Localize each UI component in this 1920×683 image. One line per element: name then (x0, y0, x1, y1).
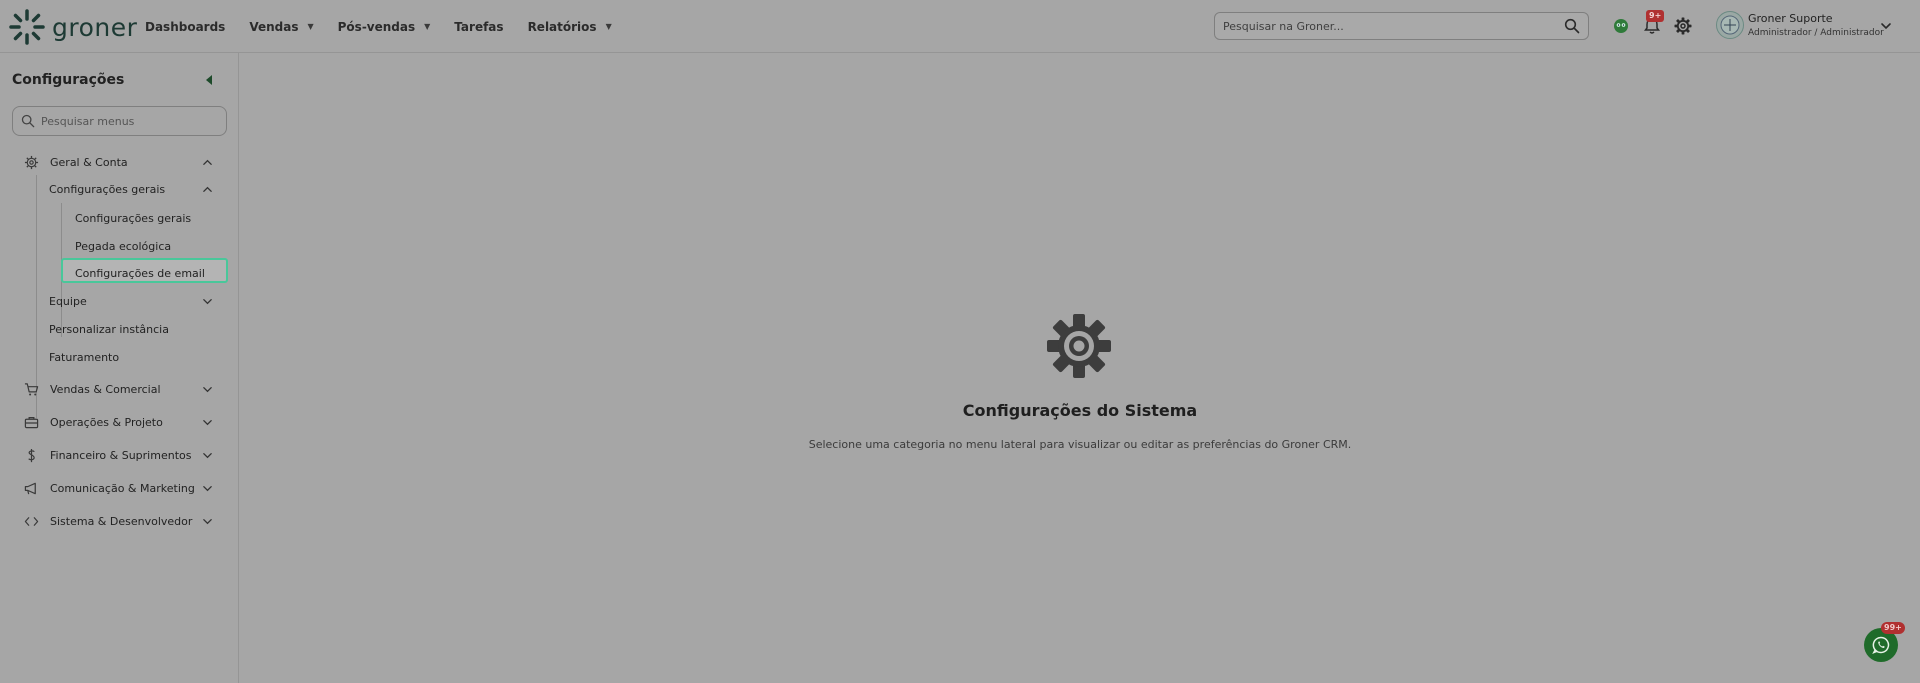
user-name: Groner Suporte (1748, 12, 1833, 25)
sidebar-item-label: Faturamento (49, 350, 120, 364)
user-info: Groner Suporte Administrador / Administr… (1748, 12, 1884, 38)
nav-relatorios-label: Relatórios (527, 19, 597, 34)
menu-search (12, 106, 227, 136)
sidebar-section-label: Vendas & Comercial (50, 382, 161, 396)
chevron-down-icon (203, 386, 212, 392)
gear-icon (24, 155, 39, 169)
sidebar-title: Configurações (12, 72, 125, 88)
sidebar-item-configuracoes-gerais[interactable]: Configurações gerais (0, 207, 239, 229)
brand-name: groner (52, 12, 138, 42)
nav-vendas[interactable]: Vendas ▼ (249, 20, 313, 34)
search-icon[interactable] (1564, 18, 1580, 34)
sidebar-item-configuracoes-email[interactable]: Configurações de email (0, 262, 239, 284)
sidebar-section-label: Comunicação & Marketing (50, 481, 195, 495)
top-bar: groner Dashboards Vendas ▼ Pós-vendas ▼ … (0, 0, 1920, 53)
menu-search-input[interactable] (41, 114, 211, 128)
whatsapp-badge: 99+ (1881, 622, 1905, 634)
sidebar-section-geral-conta[interactable]: Geral & Conta (0, 151, 239, 173)
code-icon (24, 516, 39, 526)
caret-down-icon: ▼ (605, 22, 612, 31)
whatsapp-icon (1872, 636, 1890, 654)
sidebar-item-label: Equipe (49, 294, 87, 308)
sidebar-item-label: Configurações de email (75, 266, 205, 280)
sidebar-item-configuracoes-gerais-group[interactable]: Configurações gerais (0, 178, 239, 200)
chevron-up-icon (203, 186, 212, 192)
caret-down-icon: ▼ (307, 22, 314, 31)
nav-pos-vendas-label: Pós-vendas (337, 19, 416, 34)
nav-relatorios[interactable]: Relatórios ▼ (528, 20, 612, 34)
sidebar-item-label: Configurações gerais (49, 182, 166, 196)
sidebar-item-label: Pegada ecológica (75, 239, 172, 253)
sidebar-section-sistema-desenvolvedor[interactable]: Sistema & Desenvolvedor (0, 510, 239, 532)
company-logo-icon (1720, 15, 1740, 35)
chevron-down-icon (203, 298, 212, 304)
sidebar-item-pegada-ecologica[interactable]: Pegada ecológica (0, 235, 239, 257)
sidebar-item-personalizar-instancia[interactable]: Personalizar instância (0, 318, 239, 340)
cart-icon (24, 382, 39, 395)
sidebar-section-vendas-comercial[interactable]: Vendas & Comercial (0, 378, 239, 400)
chevron-down-icon (203, 452, 212, 458)
mascot-icon[interactable] (1611, 16, 1631, 36)
user-menu[interactable]: Groner Suporte Administrador / Administr… (1716, 11, 1884, 39)
notification-badge: 9+ (1646, 10, 1665, 22)
avatar (1716, 11, 1744, 39)
megaphone-icon (24, 482, 36, 494)
chevron-down-icon (203, 485, 212, 491)
nav-pos-vendas[interactable]: Pós-vendas ▼ (338, 20, 431, 34)
nav-dashboards-label: Dashboards (145, 19, 226, 34)
page-title: Configurações do Sistema (962, 401, 1198, 420)
global-search-input[interactable] (1223, 19, 1564, 33)
nav-tarefas[interactable]: Tarefas (454, 20, 503, 34)
nav-tarefas-label: Tarefas (454, 19, 504, 34)
nav-dashboards[interactable]: Dashboards (145, 20, 225, 34)
caret-down-icon: ▼ (424, 22, 431, 31)
search-icon (21, 114, 35, 128)
sidebar-section-label: Sistema & Desenvolvedor (50, 514, 193, 528)
sidebar-item-label: Personalizar instância (49, 322, 169, 336)
groner-logo-icon (9, 9, 45, 45)
nav-vendas-label: Vendas (249, 19, 299, 34)
gear-icon[interactable] (1673, 16, 1693, 36)
sidebar-section-label: Geral & Conta (50, 155, 128, 169)
chevron-down-icon[interactable] (1879, 19, 1893, 33)
collapse-sidebar-icon[interactable] (204, 74, 214, 86)
settings-sidebar: Configurações Geral & Conta Configur (0, 53, 239, 683)
chevron-down-icon (203, 518, 212, 524)
settings-gear-icon (1047, 314, 1111, 378)
user-role: Administrador / Administrador (1748, 28, 1884, 38)
brand-logo[interactable]: groner (8, 8, 137, 46)
sidebar-item-equipe[interactable]: Equipe (0, 290, 239, 312)
sidebar-section-comunicacao-marketing[interactable]: Comunicação & Marketing (0, 477, 239, 499)
main-nav: Dashboards Vendas ▼ Pós-vendas ▼ Tarefas… (145, 0, 636, 53)
page-subtitle: Selecione uma categoria no menu lateral … (808, 438, 1352, 451)
sidebar-item-label: Configurações gerais (75, 211, 192, 225)
global-search (1214, 12, 1589, 40)
sidebar-item-faturamento[interactable]: Faturamento (0, 346, 239, 368)
chevron-up-icon (203, 159, 212, 165)
